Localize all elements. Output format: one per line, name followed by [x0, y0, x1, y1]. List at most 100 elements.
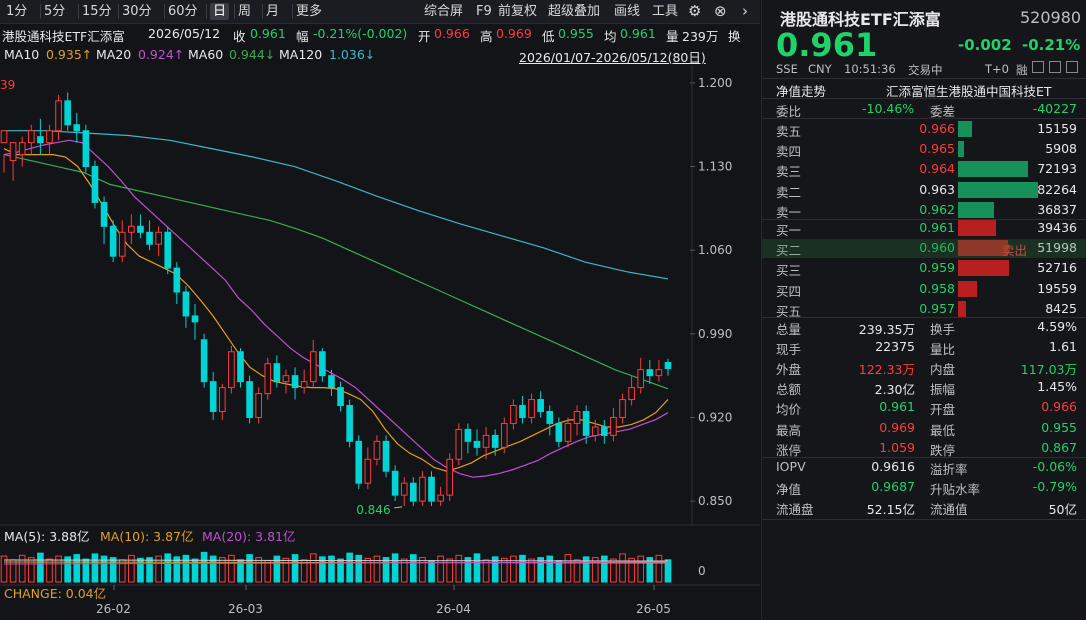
volume-bar — [500, 557, 508, 583]
candle-body — [246, 381, 253, 418]
candle-body — [309, 351, 317, 383]
book-price: 0.964 — [919, 161, 955, 177]
period-4[interactable]: 60分 — [168, 3, 198, 20]
stat-value: 22375 — [875, 339, 915, 355]
candle-body — [664, 362, 672, 369]
gear-icon[interactable]: ⚙ — [688, 3, 701, 20]
low-label: 低 — [542, 29, 555, 44]
quote-panel: 港股通科技ETF汇添富 520980 0.961 -0.002 -0.21% SSE CNY… — [761, 0, 1086, 620]
period-2[interactable]: 15分 — [82, 3, 112, 20]
book-qty: 8425 — [1045, 300, 1077, 316]
stat-value: 1.059 — [879, 439, 915, 455]
y-tick-label: 0.850 — [698, 494, 732, 508]
period-6[interactable]: 周 — [238, 3, 251, 20]
candle-body — [100, 201, 108, 227]
candle-body — [473, 440, 481, 448]
close-circle-icon[interactable]: ⊗ — [714, 3, 727, 20]
candle-body — [37, 136, 44, 144]
candle-body — [218, 387, 226, 412]
volume-bar — [519, 554, 526, 583]
candle-body — [464, 428, 472, 442]
book-qty: 19559 — [1037, 280, 1077, 296]
period-8[interactable]: 更多 — [296, 3, 322, 20]
volume-bar — [18, 554, 26, 583]
candle-body — [346, 405, 353, 442]
more-label[interactable]: 换 — [728, 26, 741, 45]
candle-body — [55, 100, 62, 132]
candle-body — [191, 315, 199, 323]
stat-label: 溢折率 — [930, 462, 968, 477]
candle-body — [646, 369, 654, 377]
list-icon[interactable] — [1066, 61, 1078, 73]
volume-bar — [27, 557, 35, 583]
stat-value: 0.9616 — [871, 459, 915, 474]
volume-bar — [364, 557, 372, 583]
x-tick-label: 26-03 — [228, 602, 263, 616]
book-level-label: 卖五 — [776, 124, 802, 139]
candle-body — [591, 426, 599, 436]
candle-body — [564, 422, 572, 442]
candle-body — [237, 351, 244, 383]
stat-label: 升贴水率 — [930, 482, 981, 498]
candle-body — [655, 369, 663, 377]
stat-label: 跌停 — [930, 442, 956, 458]
left-cut-label: 39 — [0, 78, 15, 92]
tool-1[interactable]: F9 — [476, 3, 492, 20]
volume-bar — [428, 560, 435, 583]
chevron-right-icon[interactable]: › — [742, 3, 748, 20]
date-range[interactable]: 2026/01/07-2026/05/12(80日) — [519, 47, 706, 66]
stat-label: 流通盘 — [776, 502, 814, 518]
toolbar-divider — [262, 4, 263, 19]
candle-body — [619, 399, 626, 418]
period-0[interactable]: 1分 — [6, 3, 27, 20]
toolbar-divider — [164, 4, 165, 19]
chart-area: 1分 5分 15分 30分 60分日周月更多 综合屏 F9 前复权 超级叠加 画线 工具 ⚙ ⊗ › 港股… — [0, 0, 760, 620]
period-1[interactable]: 5分 — [44, 3, 65, 20]
candle-body — [328, 375, 335, 389]
stat-label: 涨停 — [776, 442, 802, 458]
book-qty: 82264 — [1037, 181, 1077, 197]
candle-body — [400, 482, 408, 496]
volume-bar — [355, 554, 363, 583]
book-depth-bar — [958, 161, 1028, 178]
edit-icon[interactable] — [1032, 61, 1044, 73]
book-level-label: 卖四 — [776, 144, 802, 160]
book-qty: 5908 — [1045, 141, 1077, 157]
panel-pct: -0.21% — [1022, 36, 1081, 54]
candle-body — [173, 267, 181, 293]
low-value: 0.955 — [558, 26, 594, 41]
candle-body — [209, 381, 217, 412]
volume-bar — [218, 557, 226, 583]
stat-label: 最高 — [776, 422, 802, 438]
stat-value: 0.867 — [1041, 439, 1077, 455]
candle-body — [337, 387, 344, 407]
copy-icon[interactable] — [1049, 61, 1061, 73]
tool-3[interactable]: 超级叠加 — [548, 3, 600, 20]
volume-bar — [128, 554, 135, 583]
volume-bar — [164, 553, 172, 583]
toolbar-divider — [292, 4, 293, 19]
volume-bar — [564, 554, 572, 583]
period-5[interactable]: 日 — [210, 3, 230, 20]
candle-body — [573, 410, 581, 424]
book-level-label: 买三 — [776, 263, 802, 279]
candle-body — [519, 405, 526, 418]
volume-bar — [555, 560, 563, 583]
wei-bi-value: -10.46% — [862, 101, 915, 116]
divider — [762, 457, 1086, 458]
panel-price: 0.961 — [776, 26, 878, 64]
tool-5[interactable]: 工具 — [652, 3, 678, 20]
volume-bar — [309, 553, 317, 583]
tool-4[interactable]: 画线 — [614, 3, 640, 20]
tool-0[interactable]: 综合屏 — [424, 3, 463, 20]
volume-bar — [282, 557, 290, 583]
period-7[interactable]: 月 — [266, 3, 279, 20]
avg-value: 0.961 — [620, 26, 656, 41]
period-3[interactable]: 30分 — [122, 3, 152, 20]
volume-bar — [291, 554, 299, 583]
ma60-label: MA60 — [188, 47, 224, 62]
volume-bar — [510, 555, 517, 583]
book-price: 0.962 — [919, 201, 955, 217]
tool-2[interactable]: 前复权 — [498, 3, 537, 20]
book-price: 0.963 — [919, 181, 955, 197]
